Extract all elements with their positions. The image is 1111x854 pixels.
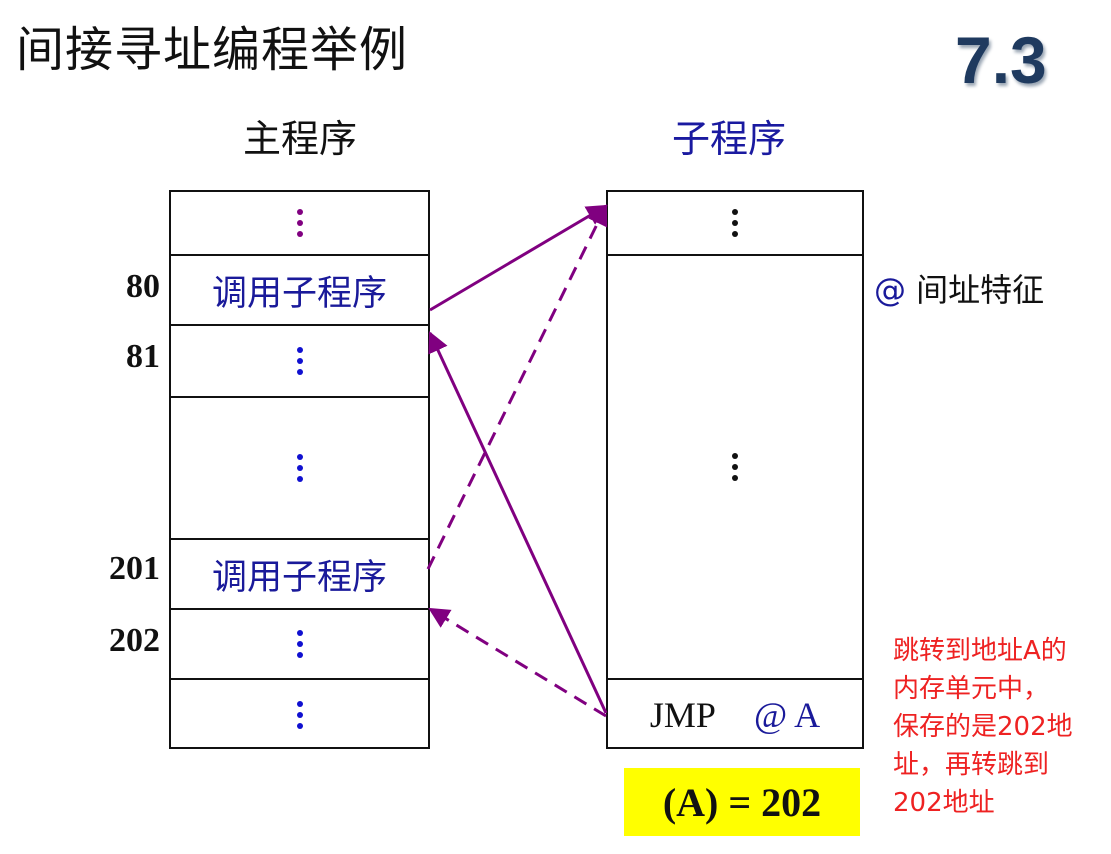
- note-line: 内存单元中，: [893, 674, 1050, 704]
- note-line: 202地址: [893, 788, 995, 818]
- register-value-box: (A) = 202: [624, 768, 860, 836]
- note-line: 跳转到地址A的: [893, 636, 1067, 666]
- note-line: 保存的是202地: [893, 712, 1073, 742]
- note-line: 址，再转跳到: [893, 750, 1050, 780]
- explanation-note: 跳转到地址A的 内存单元中， 保存的是202地 址，再转跳到 202地址: [893, 632, 1105, 822]
- slide: 间接寻址编程举例 7.3 主程序 子程序 80 81 201 202 调用子程序…: [0, 0, 1111, 854]
- return-arrow-81: [428, 331, 608, 714]
- return-arrow-202: [428, 607, 607, 718]
